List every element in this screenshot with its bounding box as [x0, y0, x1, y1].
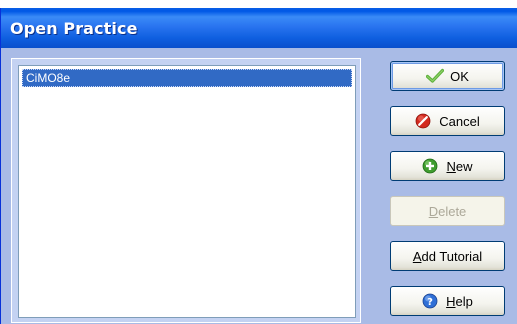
plus-icon [422, 158, 438, 174]
ok-label: OK [450, 68, 469, 84]
open-practice-dialog: Open Practice CiMO8e OK Cancel New Delet… [0, 8, 517, 324]
help-button[interactable]: ? Help [390, 286, 505, 316]
delete-label: Delete [428, 203, 467, 219]
delete-button[interactable]: Delete [390, 196, 505, 226]
cancel-icon [415, 113, 431, 129]
list-item-selected[interactable]: CiMO8e [22, 69, 352, 87]
new-label: New [446, 158, 473, 174]
help-label: Help [446, 293, 473, 309]
add-tutorial-button[interactable]: Add Tutorial [390, 241, 505, 271]
check-icon [425, 68, 445, 84]
help-icon: ? [422, 293, 438, 309]
cancel-button[interactable]: Cancel [390, 106, 505, 136]
window-title: Open Practice [10, 19, 138, 38]
add-tutorial-label: Add Tutorial [412, 248, 483, 264]
title-bar[interactable]: Open Practice [1, 8, 517, 48]
new-button[interactable]: New [390, 151, 505, 181]
practice-listbox[interactable]: CiMO8e [18, 65, 356, 318]
cancel-label: Cancel [439, 113, 480, 129]
ok-button[interactable]: OK [390, 61, 505, 91]
practice-list-panel: CiMO8e [11, 58, 361, 323]
svg-text:?: ? [427, 297, 433, 308]
